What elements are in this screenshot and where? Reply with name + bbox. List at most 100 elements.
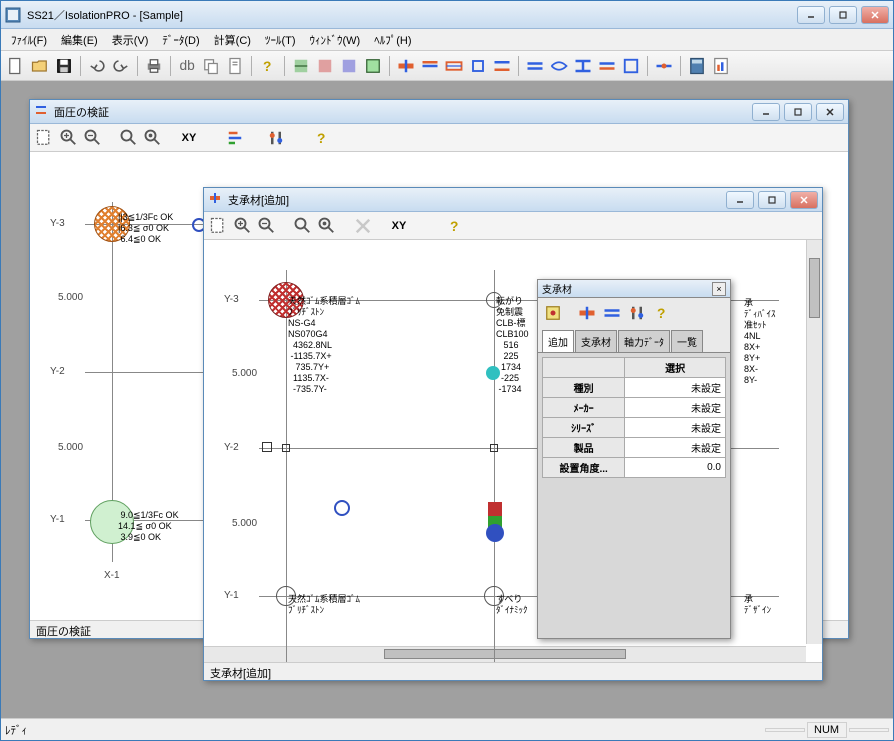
menu-help[interactable]: ﾍﾙﾌﾟ(H)	[368, 30, 417, 50]
redo-icon[interactable]	[110, 55, 132, 77]
pal-b-icon[interactable]	[576, 302, 598, 324]
report-icon[interactable]	[710, 55, 732, 77]
copy-icon[interactable]	[200, 55, 222, 77]
row-angle-value[interactable]: 0.0	[625, 458, 726, 478]
open-icon[interactable]	[29, 55, 51, 77]
palette-titlebar[interactable]: 支承材 ×	[538, 280, 730, 298]
row-series-value[interactable]: 未設定	[625, 418, 726, 438]
svg-text:?: ?	[657, 306, 665, 321]
iso-k-icon[interactable]	[653, 55, 675, 77]
pal-a-icon[interactable]	[542, 302, 564, 324]
zoom-in-icon[interactable]	[58, 127, 80, 149]
child1-max-button[interactable]	[784, 103, 812, 121]
child1-help-icon[interactable]: ?	[311, 127, 333, 149]
minimize-button[interactable]	[797, 6, 825, 24]
tool-b-icon[interactable]	[314, 55, 336, 77]
zoom-100-icon[interactable]	[142, 127, 164, 149]
palette-support: 支承材 × ? 追加 支承材 軸力ﾃﾞｰﾀ 一覧 選択 種別未設定	[537, 279, 731, 639]
iso-e-icon[interactable]	[491, 55, 513, 77]
iso-h-icon[interactable]	[572, 55, 594, 77]
c2-select-icon[interactable]	[208, 215, 230, 237]
tool-c-icon[interactable]	[338, 55, 360, 77]
c2-node-mid[interactable]	[334, 500, 350, 516]
c2-help-icon[interactable]: ?	[444, 215, 466, 237]
child1-icon	[34, 103, 48, 120]
menu-edit[interactable]: 編集(E)	[55, 30, 104, 50]
iso-a-icon[interactable]	[395, 55, 417, 77]
print-icon[interactable]	[143, 55, 165, 77]
iso-j-icon[interactable]	[620, 55, 642, 77]
child1-min-button[interactable]	[752, 103, 780, 121]
c2-xy-toggle[interactable]: XY	[388, 215, 410, 237]
menu-calc[interactable]: 計算(C)	[208, 30, 257, 50]
handle-y2l2[interactable]	[282, 444, 290, 452]
help-icon[interactable]: ?	[257, 55, 279, 77]
menu-file[interactable]: ﾌｧｲﾙ(F)	[5, 30, 53, 50]
row-product-value[interactable]: 未設定	[625, 438, 726, 458]
iso-b-icon[interactable]	[419, 55, 441, 77]
undo-icon[interactable]	[86, 55, 108, 77]
calc-icon[interactable]	[686, 55, 708, 77]
c2-node-y1l-text: 天然ｺﾞﾑ系積層ｺﾞﾑ ﾌﾞﾘﾁﾞｽﾄﾝ	[288, 594, 360, 616]
save-icon[interactable]	[53, 55, 75, 77]
db-icon[interactable]: db	[176, 55, 198, 77]
c2-delete-icon[interactable]	[352, 215, 374, 237]
pal-d-icon[interactable]	[626, 302, 648, 324]
c2-zoom-in-icon[interactable]	[232, 215, 254, 237]
pal-help-icon[interactable]: ?	[651, 302, 673, 324]
stack-red[interactable]	[488, 502, 502, 516]
iso-c-icon[interactable]	[443, 55, 465, 77]
child1-close-button[interactable]	[816, 103, 844, 121]
tab-list[interactable]: 一覧	[671, 330, 703, 352]
page-icon[interactable]	[224, 55, 246, 77]
stack-blue[interactable]	[486, 524, 504, 542]
xy-toggle[interactable]: XY	[178, 127, 200, 149]
c2-zoom-100-icon[interactable]	[316, 215, 338, 237]
menu-data[interactable]: ﾃﾞｰﾀ(D)	[156, 30, 205, 50]
palette-close-button[interactable]: ×	[712, 282, 726, 296]
settings-icon[interactable]	[265, 127, 287, 149]
layers-icon[interactable]	[224, 127, 246, 149]
menu-window[interactable]: ｳｨﾝﾄﾞｳ(W)	[304, 30, 367, 50]
maximize-button[interactable]	[829, 6, 857, 24]
child2-max-button[interactable]	[758, 191, 786, 209]
tool-d-icon[interactable]	[362, 55, 384, 77]
close-button[interactable]	[861, 6, 889, 24]
menu-tool[interactable]: ﾂｰﾙ(T)	[259, 30, 302, 50]
select-icon[interactable]	[34, 127, 56, 149]
c2-node-cyan[interactable]	[486, 366, 500, 380]
new-icon[interactable]	[5, 55, 27, 77]
child2-titlebar[interactable]: 支承材[追加]	[204, 188, 822, 212]
child1-titlebar[interactable]: 面圧の検証	[30, 100, 848, 124]
zoom-out-icon[interactable]	[82, 127, 104, 149]
tab-axial[interactable]: 軸力ﾃﾞｰﾀ	[618, 330, 670, 352]
menu-view[interactable]: 表示(V)	[106, 30, 155, 50]
iso-g-icon[interactable]	[548, 55, 570, 77]
child2-vscroll[interactable]	[806, 240, 822, 644]
child2-close-button[interactable]	[790, 191, 818, 209]
child2-hscroll[interactable]	[204, 646, 806, 662]
handle-y2l[interactable]	[262, 442, 272, 452]
iso-d-icon[interactable]	[467, 55, 489, 77]
child1-toolbar: XY ?	[30, 124, 848, 152]
palette-title-text: 支承材	[542, 281, 712, 296]
tab-add[interactable]: 追加	[542, 330, 574, 352]
tab-support[interactable]: 支承材	[575, 330, 617, 352]
row-type-value[interactable]: 未設定	[625, 378, 726, 398]
tool-a-icon[interactable]	[290, 55, 312, 77]
c2-zoom-fit-icon[interactable]	[292, 215, 314, 237]
iso-i-icon[interactable]	[596, 55, 618, 77]
c2-dim-2: 5.000	[232, 518, 257, 529]
c2-zoom-out-icon[interactable]	[256, 215, 278, 237]
iso-f-icon[interactable]	[524, 55, 546, 77]
main-toolbar: db ?	[1, 51, 893, 81]
mdi-area: 面圧の検証 XY ?	[1, 81, 893, 718]
child2-min-button[interactable]	[726, 191, 754, 209]
row-maker-value[interactable]: 未設定	[625, 398, 726, 418]
axis-y3: Y-3	[50, 218, 65, 229]
zoom-fit-icon[interactable]	[118, 127, 140, 149]
handle-y2r[interactable]	[490, 444, 498, 452]
row-angle-label[interactable]: 設置角度...	[543, 458, 625, 478]
pal-c-icon[interactable]	[601, 302, 623, 324]
axis-y2: Y-2	[50, 366, 65, 377]
